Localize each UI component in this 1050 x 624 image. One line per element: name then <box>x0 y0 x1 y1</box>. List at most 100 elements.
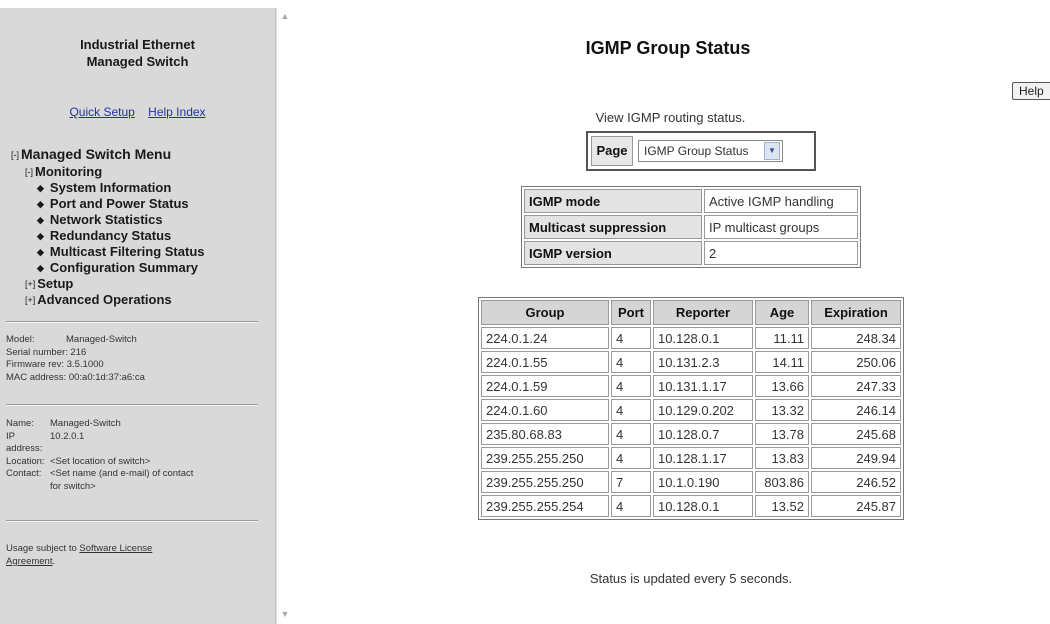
bullet-icon: ◆ <box>37 199 44 209</box>
settings-key: IGMP mode <box>524 189 702 213</box>
menu-root-label[interactable]: Managed Switch Menu <box>21 146 171 162</box>
switch-menu-tree: [-] Managed Switch Menu [-] Monitoring ◆ Sy… <box>11 146 205 308</box>
settings-row-multicast-suppression: Multicast suppression IP multicast group… <box>524 215 858 239</box>
chevron-down-icon[interactable]: ▼ <box>764 142 780 160</box>
expiration-cell: 245.87 <box>811 495 901 517</box>
menu-item-label[interactable]: System Information <box>50 180 171 195</box>
bullet-icon: ◆ <box>37 247 44 257</box>
group-cell: 224.0.1.24 <box>481 327 609 349</box>
reporter-cell: 10.1.0.190 <box>653 471 753 493</box>
location-value: <Set location of switch> <box>50 455 151 467</box>
software-license-link[interactable]: Software License <box>79 543 152 554</box>
port-cell: 4 <box>611 351 651 373</box>
license-prefix: Usage subject to <box>6 543 80 554</box>
ip-label-cont: address: <box>6 443 43 454</box>
mac-value: 00:a0:1d:37:a6:ca <box>68 371 145 383</box>
scroll-up-icon[interactable]: ▲ <box>279 10 291 22</box>
menu-monitoring[interactable]: [-] Monitoring <box>11 164 205 180</box>
menu-item-network-statistics[interactable]: ◆ Network Statistics <box>11 212 205 228</box>
help-index-link[interactable]: Help Index <box>148 105 205 119</box>
serial-value: 216 <box>70 346 87 358</box>
divider <box>6 520 258 522</box>
bullet-icon: ◆ <box>37 215 44 225</box>
settings-row-igmp-version: IGMP version 2 <box>524 241 858 265</box>
expiration-cell: 247.33 <box>811 375 901 397</box>
menu-item-configuration-summary[interactable]: ◆ Configuration Summary <box>11 260 205 276</box>
product-title-line-1: Industrial Ethernet <box>80 37 195 52</box>
ip-label: IP <box>6 430 15 442</box>
expiration-cell: 249.94 <box>811 447 901 469</box>
menu-setup[interactable]: [+] Setup <box>11 276 205 292</box>
mac-label: MAC address: <box>6 371 67 383</box>
page-title: IGMP Group Status <box>585 38 751 58</box>
expiration-cell: 248.34 <box>811 327 901 349</box>
group-cell: 224.0.1.59 <box>481 375 609 397</box>
sidebar-scrollbar[interactable]: ▲ ▼ <box>276 8 293 624</box>
switch-identity: Name: Managed-Switch IP 10.2.0.1 address: … <box>6 418 193 493</box>
expiration-cell: 246.52 <box>811 471 901 493</box>
settings-row-igmp-mode: IGMP mode Active IGMP handling <box>524 189 858 213</box>
menu-item-system-information[interactable]: ◆ System Information <box>11 180 205 196</box>
port-cell: 4 <box>611 399 651 421</box>
settings-key: IGMP version <box>524 241 702 265</box>
help-button[interactable]: Help <box>1012 82 1050 100</box>
settings-value: Active IGMP handling <box>704 189 858 213</box>
expand-toggle-advanced[interactable]: [+] <box>25 295 35 305</box>
divider <box>6 321 258 323</box>
product-title-line-2: Managed Switch <box>86 54 189 69</box>
group-cell: 235.80.68.83 <box>481 423 609 445</box>
serial-label: Serial number: <box>6 346 68 358</box>
menu-item-multicast-filtering-status[interactable]: ◆ Multicast Filtering Status <box>11 244 205 260</box>
menu-item-label[interactable]: Multicast Filtering Status <box>50 244 205 259</box>
table-header-row: Group Port Reporter Age Expiration <box>481 300 901 325</box>
reporter-cell: 10.128.1.17 <box>653 447 753 469</box>
contact-value-cont: for switch> <box>50 480 96 492</box>
reporter-cell: 10.131.1.17 <box>653 375 753 397</box>
reporter-cell: 10.128.0.1 <box>653 327 753 349</box>
expiration-cell: 246.14 <box>811 399 901 421</box>
port-cell: 7 <box>611 471 651 493</box>
table-row: 224.0.1.60 4 10.129.0.202 13.32 246.14 <box>481 399 901 421</box>
age-cell: 803.86 <box>755 471 809 493</box>
contact-label: Contact: <box>6 468 42 479</box>
firmware-value: 3.5.1000 <box>66 359 104 370</box>
menu-item-label[interactable]: Redundancy Status <box>50 228 171 243</box>
port-cell: 4 <box>611 495 651 517</box>
menu-item-label[interactable]: Network Statistics <box>50 212 163 227</box>
device-info: Model: Managed-Switch Serial number: 216 … <box>6 334 145 384</box>
expiration-cell: 250.06 <box>811 351 901 373</box>
age-cell: 14.11 <box>755 351 809 373</box>
age-cell: 13.32 <box>755 399 809 421</box>
menu-root[interactable]: [-] Managed Switch Menu <box>11 146 205 164</box>
page-selector-label: Page <box>591 136 633 166</box>
table-row: 224.0.1.24 4 10.128.0.1 11.11 248.34 <box>481 327 901 349</box>
menu-advanced-operations[interactable]: [+] Advanced Operations <box>11 292 205 308</box>
quick-setup-link[interactable]: Quick Setup <box>69 105 134 119</box>
group-cell: 239.255.255.250 <box>481 471 609 493</box>
menu-advanced-label[interactable]: Advanced Operations <box>37 292 171 307</box>
top-links: Quick Setup Help Index <box>0 105 275 119</box>
reporter-cell: 10.129.0.202 <box>653 399 753 421</box>
software-license-link-cont[interactable]: Agreement <box>6 556 52 567</box>
menu-monitoring-label[interactable]: Monitoring <box>35 164 102 179</box>
menu-item-label[interactable]: Configuration Summary <box>50 260 198 275</box>
expand-toggle-setup[interactable]: [+] <box>25 279 35 289</box>
age-cell: 13.83 <box>755 447 809 469</box>
product-title: Industrial Ethernet Managed Switch <box>0 36 275 70</box>
table-row: 235.80.68.83 4 10.128.0.7 13.78 245.68 <box>481 423 901 445</box>
port-cell: 4 <box>611 423 651 445</box>
update-interval-note: Status is updated every 5 seconds. <box>589 571 793 586</box>
menu-item-port-power-status[interactable]: ◆ Port and Power Status <box>11 196 205 212</box>
collapse-toggle-monitoring[interactable]: [-] <box>25 167 33 177</box>
ip-value: 10.2.0.1 <box>50 430 85 442</box>
port-cell: 4 <box>611 327 651 349</box>
port-cell: 4 <box>611 447 651 469</box>
menu-item-redundancy-status[interactable]: ◆ Redundancy Status <box>11 228 205 244</box>
table-row: 239.255.255.250 7 10.1.0.190 803.86 246.… <box>481 471 901 493</box>
scroll-down-icon[interactable]: ▼ <box>279 608 291 620</box>
page-select-dropdown[interactable]: IGMP Group Status <box>638 140 783 162</box>
menu-item-label[interactable]: Port and Power Status <box>50 196 189 211</box>
collapse-toggle-root[interactable]: [-] <box>11 150 19 160</box>
reporter-cell: 10.131.2.3 <box>653 351 753 373</box>
menu-setup-label[interactable]: Setup <box>37 276 73 291</box>
